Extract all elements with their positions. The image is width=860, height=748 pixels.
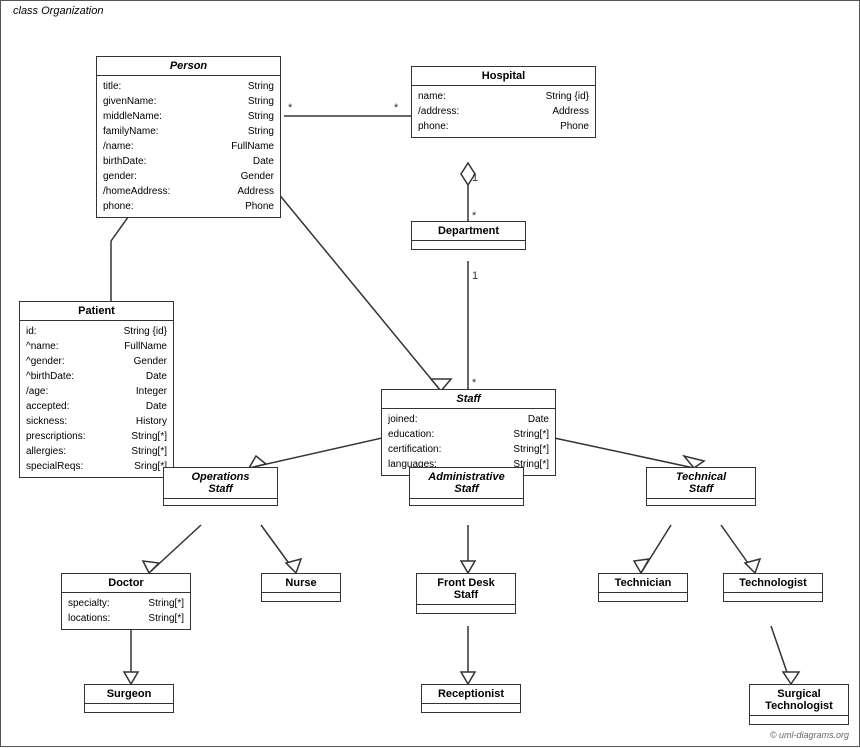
person-attributes: title:String givenName:String middleName… [97,76,280,217]
copyright: © uml-diagrams.org [770,730,849,740]
hospital-title: Hospital [412,67,595,86]
svg-text:*: * [472,377,477,389]
patient-attributes: id:String {id} ^name:FullName ^gender:Ge… [20,321,173,477]
surgical-technologist-title: SurgicalTechnologist [750,685,848,716]
operations-staff-title: OperationsStaff [164,468,277,499]
technologist-title: Technologist [724,574,822,593]
nurse-title: Nurse [262,574,340,593]
svg-text:1: 1 [472,270,478,282]
administrative-staff-class: AdministrativeStaff [409,467,524,506]
technologist-class: Technologist [723,573,823,602]
doctor-title: Doctor [62,574,190,593]
staff-class: Staff joined:Date education:String[*] ce… [381,389,556,476]
hospital-attributes: name:String {id} /address:Address phone:… [412,86,595,137]
svg-text:1: 1 [472,172,478,184]
surgeon-title: Surgeon [85,685,173,704]
technician-title: Technician [599,574,687,593]
person-title: Person [97,57,280,76]
department-body [412,241,525,249]
technician-class: Technician [598,573,688,602]
svg-text:*: * [288,102,293,114]
department-title: Department [412,222,525,241]
svg-text:*: * [394,102,399,114]
hospital-class: Hospital name:String {id} /address:Addre… [411,66,596,138]
front-desk-staff-title: Front DeskStaff [417,574,515,605]
patient-class: Patient id:String {id} ^name:FullName ^g… [19,301,174,478]
staff-attributes: joined:Date education:String[*] certific… [382,409,555,475]
surgical-technologist-class: SurgicalTechnologist [749,684,849,725]
administrative-staff-title: AdministrativeStaff [410,468,523,499]
department-class: Department [411,221,526,250]
doctor-attributes: specialty:String[*] locations:String[*] [62,593,190,629]
operations-staff-class: OperationsStaff [163,467,278,506]
nurse-class: Nurse [261,573,341,602]
staff-title: Staff [382,390,555,409]
doctor-class: Doctor specialty:String[*] locations:Str… [61,573,191,630]
person-class: Person title:String givenName:String mid… [96,56,281,218]
receptionist-title: Receptionist [422,685,520,704]
patient-title: Patient [20,302,173,321]
diagram-container: class Organization * * 1 * 1 * [0,0,860,747]
receptionist-class: Receptionist [421,684,521,713]
technical-staff-class: TechnicalStaff [646,467,756,506]
surgeon-class: Surgeon [84,684,174,713]
diagram-title: class Organization [9,5,108,17]
technical-staff-title: TechnicalStaff [647,468,755,499]
front-desk-staff-class: Front DeskStaff [416,573,516,614]
